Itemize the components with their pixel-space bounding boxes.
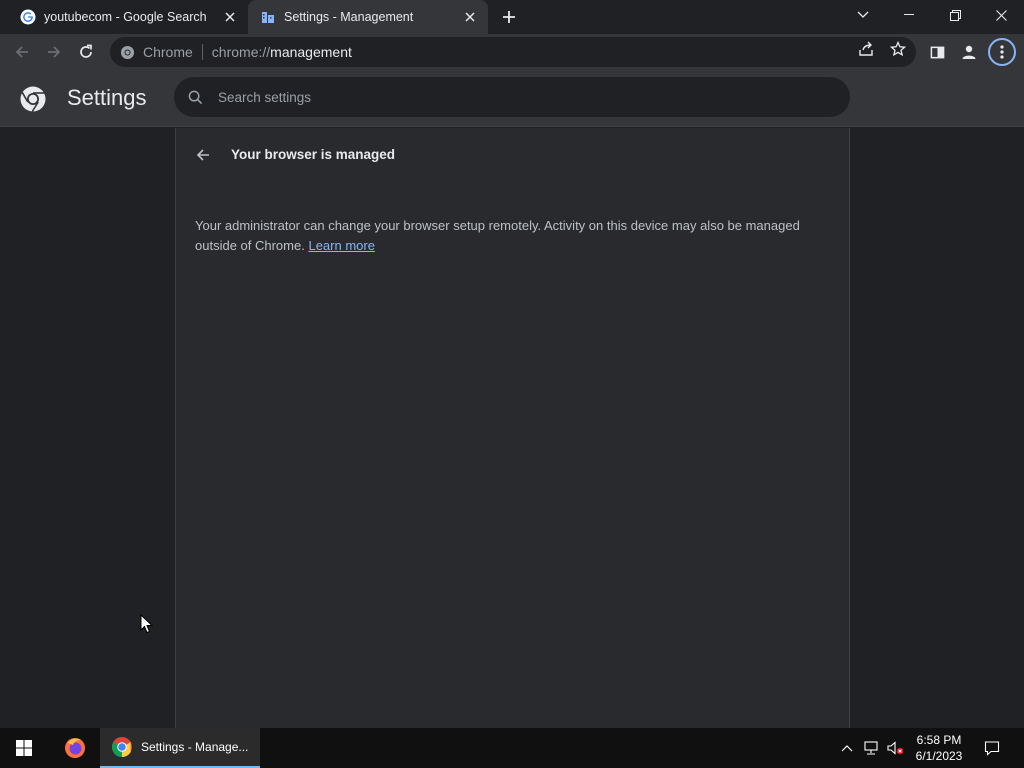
settings-search-box[interactable] <box>174 77 850 117</box>
tab-settings-management[interactable]: Settings - Management <box>248 0 488 34</box>
settings-title: Settings <box>67 85 147 110</box>
settings-header: Settings <box>0 71 1024 127</box>
taskbar-window-label: Settings - Manage... <box>141 740 249 754</box>
close-tab-icon[interactable] <box>460 7 480 27</box>
learn-more-link[interactable]: Learn more <box>308 238 374 253</box>
network-icon[interactable] <box>861 728 881 768</box>
back-arrow-icon[interactable] <box>190 142 216 168</box>
taskbar: Settings - Manage... 6:58 PM 6/1/2023 <box>0 728 1024 768</box>
search-icon <box>186 88 204 106</box>
clock-time: 6:58 PM <box>916 733 962 747</box>
management-description: Your administrator can change your brows… <box>195 216 815 256</box>
tab-title: Settings - Management <box>284 10 414 24</box>
back-arrow-icon[interactable] <box>8 38 36 66</box>
notification-icon[interactable] <box>980 728 1004 768</box>
search-input[interactable] <box>218 89 818 105</box>
url-scheme: chrome:// <box>211 44 271 60</box>
side-panel-icon[interactable] <box>923 38 951 66</box>
tab-strip: youtubecom - Google Search Settings - Ma… <box>0 0 1024 34</box>
close-window-button[interactable] <box>978 0 1024 30</box>
tab-google-search[interactable]: youtubecom - Google Search <box>8 0 248 34</box>
address-bar[interactable]: Chrome chrome://management <box>110 37 916 67</box>
site-chip[interactable]: Chrome <box>143 44 193 60</box>
page-title: Your browser is managed <box>231 147 396 162</box>
chrome-icon <box>111 737 132 758</box>
main-content: Your browser is managed Your administrat… <box>0 128 1024 728</box>
chrome-taskbar-button[interactable]: Settings - Manage... <box>100 728 260 768</box>
mouse-cursor-icon <box>140 614 154 634</box>
kebab-menu-icon[interactable] <box>988 38 1016 66</box>
share-icon[interactable] <box>858 41 874 57</box>
restore-button[interactable] <box>932 0 978 30</box>
divider <box>201 44 203 60</box>
url-text[interactable]: chrome://management <box>212 44 352 60</box>
bookmark-star-icon[interactable] <box>890 41 906 57</box>
management-icon <box>260 9 276 25</box>
reload-icon[interactable] <box>72 38 100 66</box>
browser-toolbar: Chrome chrome://management <box>0 34 1024 71</box>
system-clock[interactable]: 6:58 PM 6/1/2023 <box>908 732 970 764</box>
windows-start-icon[interactable] <box>0 728 48 768</box>
chrome-logo-icon <box>20 86 46 112</box>
firefox-icon <box>65 738 85 758</box>
management-card: Your browser is managed Your administrat… <box>175 128 850 728</box>
chrome-icon <box>119 44 135 60</box>
firefox-taskbar-button[interactable] <box>52 728 98 768</box>
description-text: Your administrator can change your brows… <box>195 218 800 253</box>
tab-title: youtubecom - Google Search <box>44 10 207 24</box>
close-tab-icon[interactable] <box>220 7 240 27</box>
google-icon <box>20 9 36 25</box>
url-path: management <box>270 44 352 60</box>
tab-search-chevron-icon[interactable] <box>840 0 886 30</box>
profile-icon[interactable] <box>955 38 983 66</box>
clock-date: 6/1/2023 <box>915 749 963 763</box>
chevron-up-icon[interactable] <box>838 728 856 768</box>
new-tab-button[interactable] <box>498 6 520 28</box>
minimize-button[interactable] <box>886 0 932 30</box>
volume-muted-icon[interactable] <box>884 728 906 768</box>
forward-arrow-icon[interactable] <box>40 38 68 66</box>
